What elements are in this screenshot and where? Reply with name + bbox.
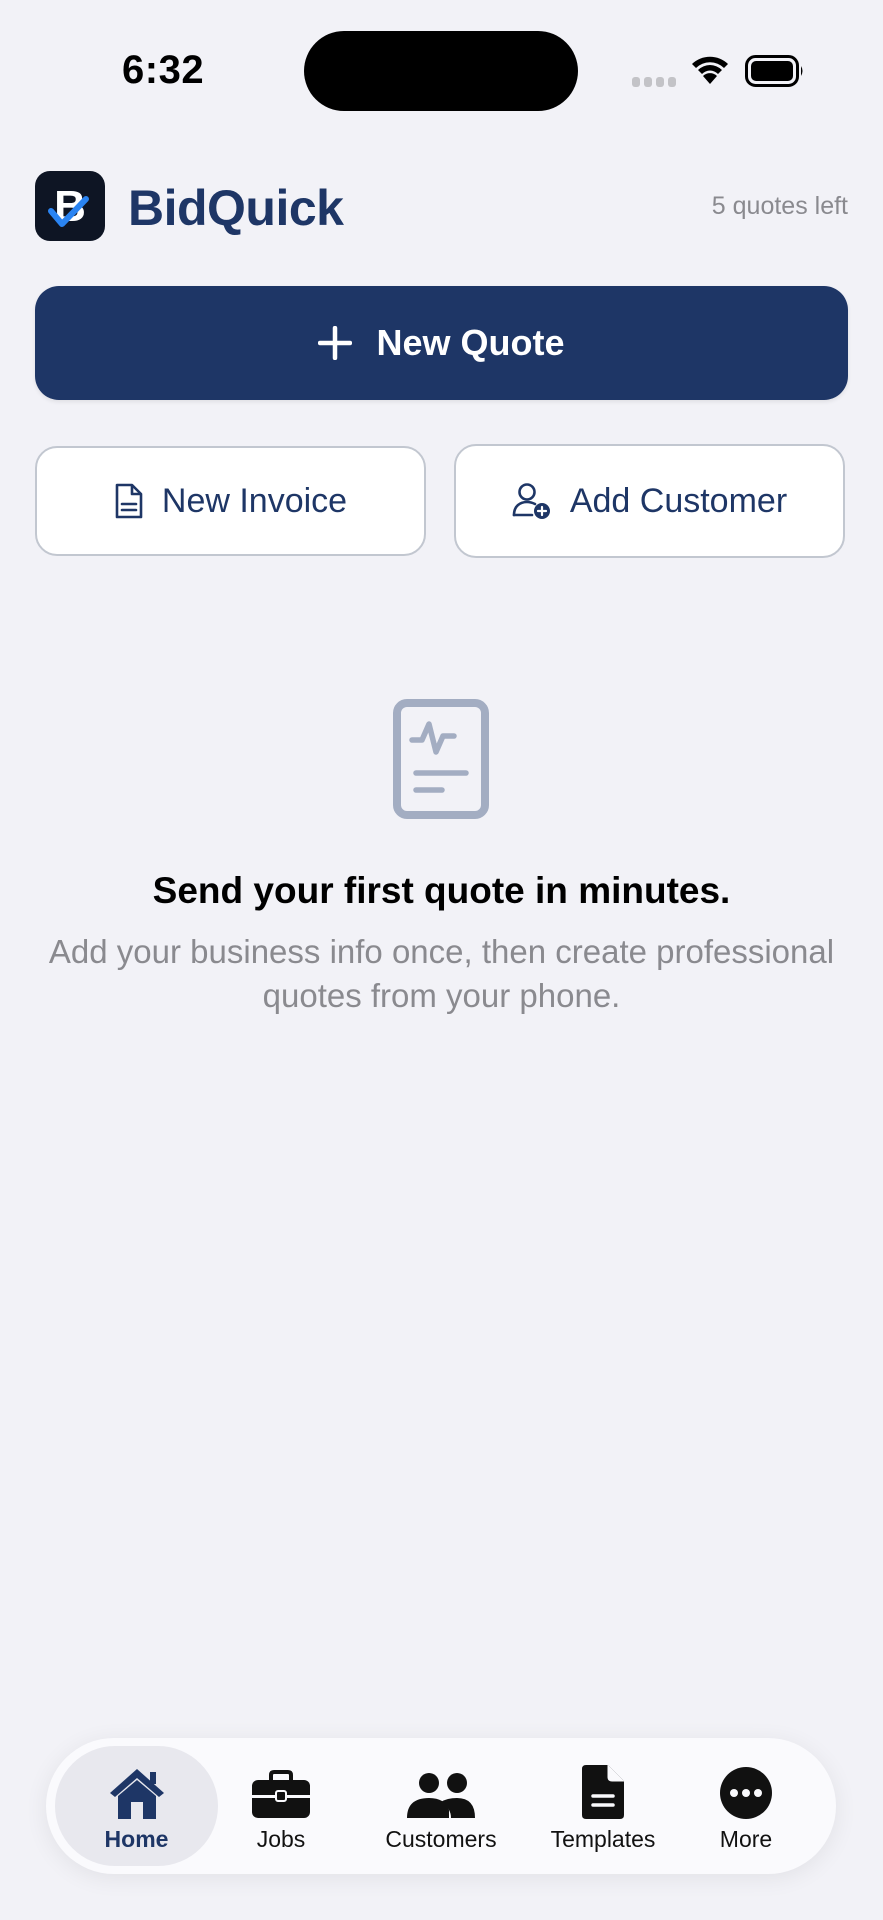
new-invoice-label: New Invoice: [161, 481, 348, 520]
app-title: BidQuick: [128, 180, 344, 236]
app-header: B BidQuick 5 quotes left: [35, 171, 848, 241]
add-customer-label: Add Customer: [569, 481, 788, 520]
tab-more-label: More: [719, 1826, 773, 1852]
empty-state-title: Send your first quote in minutes.: [152, 870, 731, 911]
new-quote-button[interactable]: New Quote: [35, 286, 848, 400]
ellipsis-icon: [720, 1767, 772, 1819]
document-icon: [115, 483, 143, 519]
empty-state-description: Add your business info once, then create…: [48, 933, 835, 1014]
tab-customers[interactable]: Customers: [366, 1746, 516, 1866]
tab-home[interactable]: Home: [55, 1746, 218, 1866]
quote-document-icon: [393, 699, 489, 819]
tab-jobs-label: Jobs: [256, 1826, 306, 1852]
home-icon: [109, 1769, 164, 1819]
tab-more[interactable]: More: [706, 1746, 786, 1866]
tab-bar: Home Jobs Customers Templates More: [46, 1738, 836, 1874]
document-icon: [582, 1765, 624, 1819]
tab-home-label: Home: [104, 1826, 169, 1852]
new-invoice-button[interactable]: New Invoice: [35, 446, 426, 556]
battery-icon: [745, 55, 803, 87]
add-customer-button[interactable]: Add Customer: [454, 444, 845, 558]
wifi-icon: [692, 56, 728, 84]
briefcase-icon: [252, 1770, 310, 1818]
cellular-signal-icon: [632, 77, 676, 87]
status-time: 6:32: [122, 48, 205, 92]
new-quote-label: New Quote: [376, 322, 565, 363]
logo-mark-icon: B: [48, 182, 89, 231]
tab-jobs[interactable]: Jobs: [231, 1746, 331, 1866]
dynamic-island: [304, 31, 578, 111]
tab-templates-label: Templates: [550, 1826, 656, 1852]
tab-customers-label: Customers: [385, 1826, 497, 1852]
status-bar: 6:32: [0, 0, 883, 140]
quotes-remaining: 5 quotes left: [711, 192, 848, 220]
plus-icon: [318, 326, 353, 360]
app-logo: B: [35, 171, 105, 241]
add-person-icon: [512, 483, 550, 519]
people-icon: [407, 1773, 475, 1818]
tab-templates[interactable]: Templates: [533, 1746, 673, 1866]
